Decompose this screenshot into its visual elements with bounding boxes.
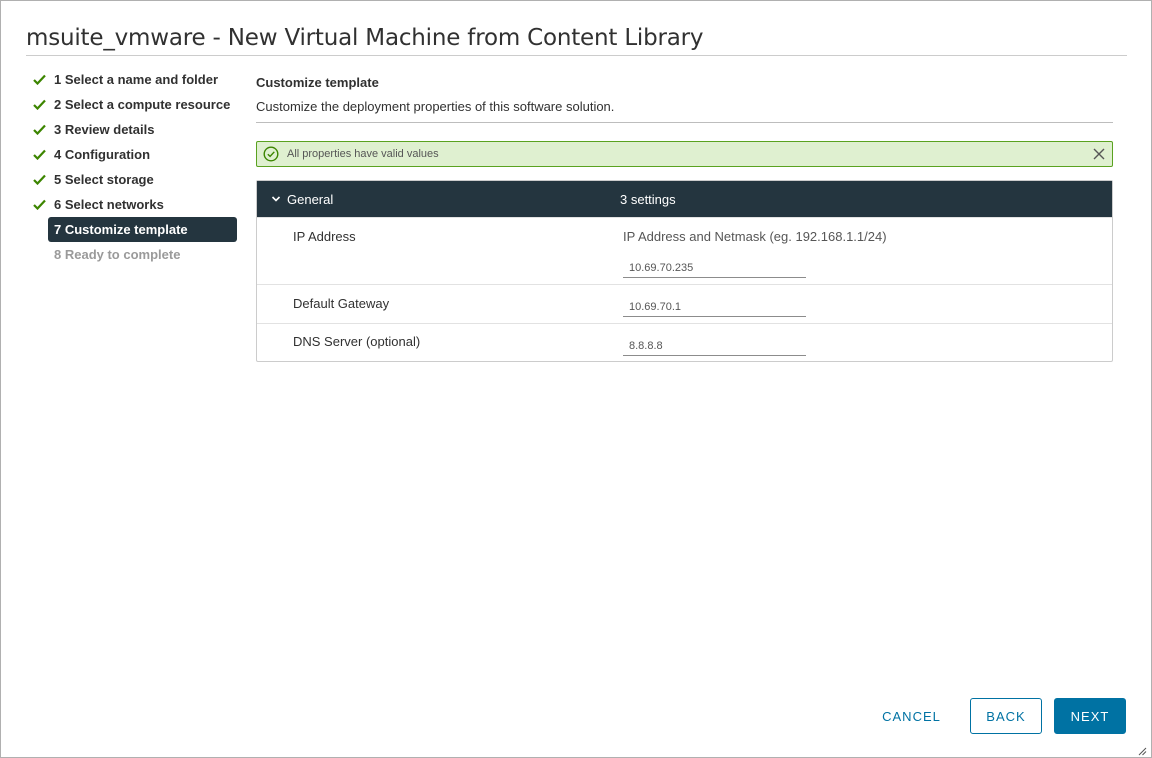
step-label: 6 Select networks: [54, 197, 164, 212]
step-label: 5 Select storage: [54, 172, 154, 187]
property-row-dns: DNS Server (optional): [257, 323, 1112, 361]
check-icon: [31, 71, 48, 88]
section-divider: [256, 122, 1113, 123]
section-title: Customize template: [256, 75, 379, 90]
alert-message: All properties have valid values: [287, 148, 439, 160]
property-row-ip: IP Address IP Address and Netmask (eg. 1…: [257, 217, 1112, 284]
step-8: 8 Ready to complete: [31, 242, 241, 267]
step-label: 4 Configuration: [54, 147, 151, 162]
properties-grid: General 3 settings IP Address IP Address…: [256, 180, 1113, 362]
group-name: General: [287, 191, 334, 207]
step-label: 2 Select a compute resource: [54, 97, 231, 112]
step-label: 7 Customize template: [54, 222, 188, 237]
step-1[interactable]: 1 Select a name and folder: [31, 67, 241, 92]
step-label: 3 Review details: [54, 122, 155, 137]
step-3[interactable]: 3 Review details: [31, 117, 241, 142]
dns-server-input[interactable]: [623, 336, 806, 356]
group-header[interactable]: General 3 settings: [257, 181, 1112, 217]
dns-server-label: DNS Server (optional): [293, 334, 421, 349]
next-button[interactable]: NEXT: [1054, 698, 1126, 734]
title-divider: [26, 55, 1127, 56]
main-panel: Customize template Customize the deploym…: [256, 71, 1113, 362]
dialog-footer: CANCEL BACK NEXT: [874, 698, 1126, 734]
default-gateway-input[interactable]: [623, 297, 806, 317]
step-2[interactable]: 2 Select a compute resource: [31, 92, 241, 117]
step-label: 8 Ready to complete: [54, 247, 181, 262]
cancel-button[interactable]: CANCEL: [874, 698, 949, 734]
success-alert: All properties have valid values: [256, 141, 1113, 167]
property-row-gateway: Default Gateway: [257, 284, 1112, 323]
step-5[interactable]: 5 Select storage: [31, 167, 241, 192]
wizard-steps: 1 Select a name and folder 2 Select a co…: [31, 67, 241, 267]
ip-address-label: IP Address: [293, 229, 356, 244]
group-count: 3 settings: [620, 191, 676, 207]
step-6[interactable]: 6 Select networks: [31, 192, 241, 217]
check-icon: [31, 96, 48, 113]
check-icon: [31, 146, 48, 163]
ip-address-input[interactable]: [623, 258, 806, 278]
default-gateway-label: Default Gateway: [293, 296, 390, 311]
ip-address-hint: IP Address and Netmask (eg. 192.168.1.1/…: [623, 229, 887, 244]
check-icon: [31, 196, 48, 213]
step-7-active[interactable]: 7 Customize template: [48, 217, 237, 242]
chevron-down-icon[interactable]: [270, 193, 282, 205]
close-icon[interactable]: [1091, 146, 1107, 162]
step-label: 1 Select a name and folder: [54, 72, 219, 87]
back-button[interactable]: BACK: [970, 698, 1042, 734]
dialog-title: msuite_vmware - New Virtual Machine from…: [26, 25, 704, 51]
section-description: Customize the deployment properties of t…: [256, 99, 615, 114]
check-icon: [31, 121, 48, 138]
new-vm-dialog: msuite_vmware - New Virtual Machine from…: [0, 0, 1152, 758]
check-circle-icon: [263, 146, 279, 162]
step-4[interactable]: 4 Configuration: [31, 142, 241, 167]
resize-handle-icon[interactable]: [1137, 743, 1147, 756]
check-icon: [31, 171, 48, 188]
